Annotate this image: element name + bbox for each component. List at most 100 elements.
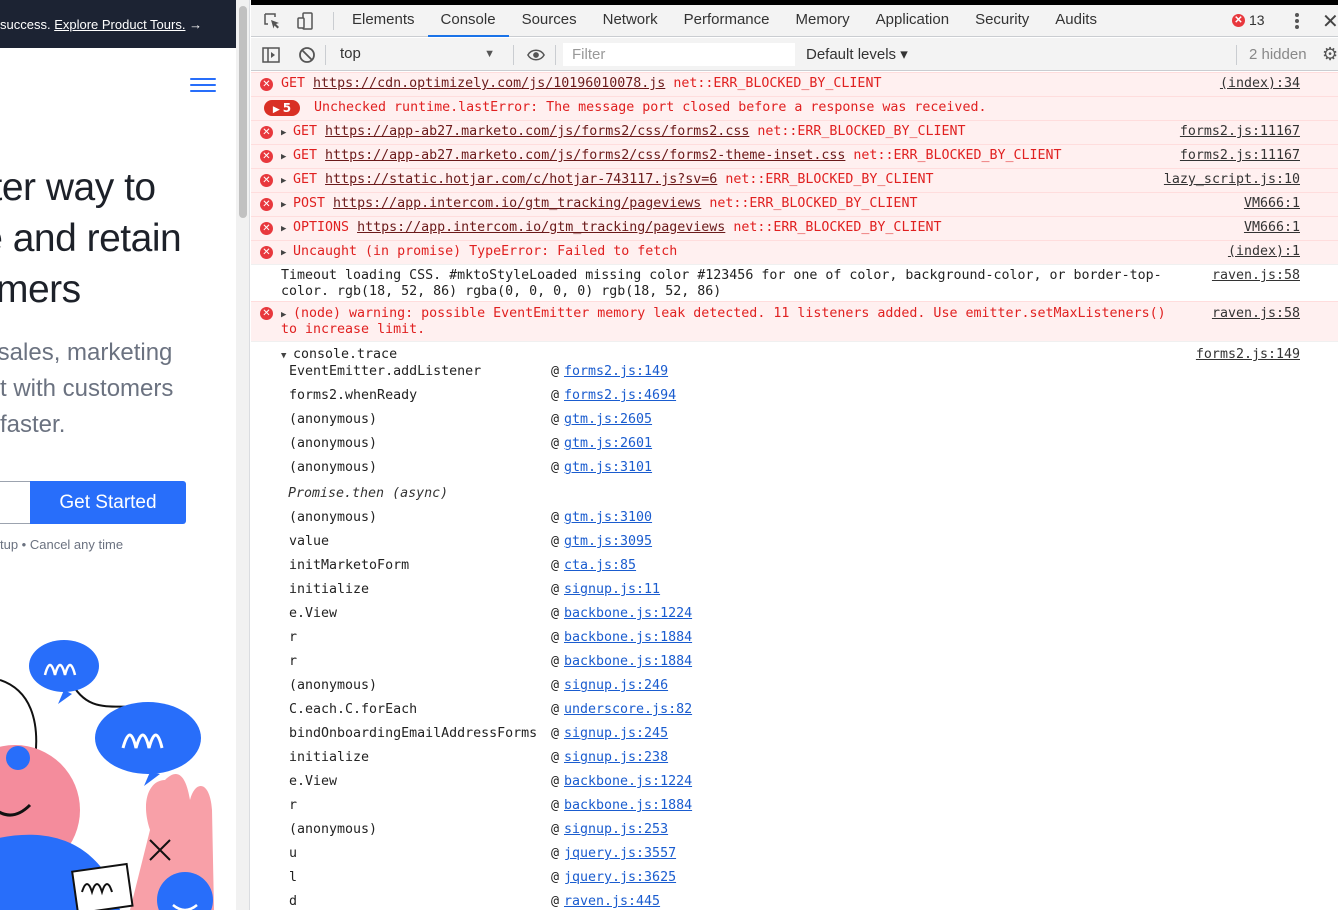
frame-source-link[interactable]: signup.js:245	[564, 726, 668, 741]
frame-at: @	[551, 388, 560, 403]
email-input[interactable]	[0, 481, 30, 524]
tab-application[interactable]: Application	[863, 5, 962, 37]
frame-source-link[interactable]: gtm.js:2605	[564, 412, 652, 427]
frame-source-link[interactable]: jquery.js:3625	[564, 870, 676, 885]
inspect-element-icon[interactable]	[263, 12, 281, 30]
request-url[interactable]: https://app.intercom.io/gtm_tracking/pag…	[357, 220, 725, 235]
frame-at: @	[551, 534, 560, 549]
request-url[interactable]: https://cdn.optimizely.com/js/1019601007…	[313, 76, 665, 91]
frame-function: e.View	[289, 606, 338, 621]
expand-triangle-icon[interactable]: ▶	[281, 176, 293, 186]
tab-elements[interactable]: Elements	[339, 5, 428, 37]
console-error-row[interactable]: ✕ ▶ POST https://app.intercom.io/gtm_trac…	[251, 192, 1338, 216]
explore-tours-link[interactable]: Explore Product Tours.	[54, 17, 185, 32]
subtitle-line: r sales, marketing	[0, 339, 173, 366]
error-text: net::ERR_BLOCKED_BY_CLIENT	[757, 124, 966, 139]
clear-console-icon[interactable]	[298, 46, 316, 64]
request-url[interactable]: https://app.intercom.io/gtm_tracking/pag…	[333, 196, 701, 211]
frame-source-link[interactable]: gtm.js:3101	[564, 460, 652, 475]
console-error-row[interactable]: ✕ ▶ GET https://app-ab27.marketo.com/js/f…	[251, 120, 1338, 144]
frame-source-link[interactable]: forms2.js:4694	[564, 388, 676, 403]
tab-performance[interactable]: Performance	[671, 5, 783, 37]
frame-at: @	[551, 630, 560, 645]
settings-gear-icon[interactable]: ⚙	[1322, 44, 1338, 65]
frame-source-link[interactable]: signup.js:253	[564, 822, 668, 837]
error-text: net::ERR_BLOCKED_BY_CLIENT	[725, 172, 934, 187]
source-link[interactable]: VM666:1	[1244, 220, 1300, 235]
source-link[interactable]: (index):34	[1220, 76, 1300, 91]
frame-source-link[interactable]: signup.js:11	[564, 582, 660, 597]
context-label: top	[340, 45, 361, 62]
error-text: net::ERR_BLOCKED_BY_CLIENT	[733, 220, 942, 235]
frame-source-link[interactable]: backbone.js:1224	[564, 606, 692, 621]
source-link[interactable]: VM666:1	[1244, 196, 1300, 211]
request-url[interactable]: https://static.hotjar.com/c/hotjar-74311…	[325, 172, 717, 187]
source-link[interactable]: forms2.js:11167	[1180, 148, 1300, 163]
web-page: success. Explore Product Tours. → etter …	[0, 0, 236, 910]
async-boundary-label: Promise.then (async)	[288, 486, 449, 501]
collapse-triangle-icon[interactable]: ▼	[281, 351, 293, 361]
live-expression-eye-icon[interactable]	[527, 46, 545, 64]
frame-function: (anonymous)	[289, 412, 378, 427]
console-error-row[interactable]: ✕ ▶ Uncaught (in promise) TypeError: Fail…	[251, 240, 1338, 264]
device-toolbar-icon[interactable]	[297, 12, 315, 30]
console-error-row[interactable]: ✕ ▶ GET https://static.hotjar.com/c/hotja…	[251, 168, 1338, 192]
expand-triangle-icon[interactable]: ▶	[281, 152, 293, 162]
filter-input[interactable]: Filter	[563, 43, 795, 66]
source-link[interactable]: forms2.js:11167	[1180, 124, 1300, 139]
expand-triangle-icon[interactable]: ▶	[281, 224, 293, 234]
source-link[interactable]: raven.js:58	[1212, 306, 1300, 321]
frame-source-link[interactable]: gtm.js:2601	[564, 436, 652, 451]
frame-at: @	[551, 460, 560, 475]
get-started-button[interactable]: Get Started	[30, 481, 186, 524]
hamburger-menu-icon[interactable]	[190, 78, 216, 92]
request-url[interactable]: https://app-ab27.marketo.com/js/forms2/c…	[325, 124, 749, 139]
expand-triangle-icon[interactable]: ▶	[281, 128, 293, 138]
source-link[interactable]: lazy_script.js:10	[1164, 172, 1300, 187]
expand-triangle-icon[interactable]: ▶	[281, 248, 293, 258]
source-link[interactable]: raven.js:58	[1212, 268, 1300, 283]
more-options-icon[interactable]	[1291, 12, 1303, 30]
frame-source-link[interactable]: backbone.js:1224	[564, 774, 692, 789]
expand-triangle-icon[interactable]: ▶	[281, 310, 293, 320]
frame-source-link[interactable]: signup.js:246	[564, 678, 668, 693]
tab-security[interactable]: Security	[962, 5, 1042, 37]
frame-source-link[interactable]: gtm.js:3095	[564, 534, 652, 549]
error-icon: ✕	[1232, 13, 1245, 27]
frame-at: @	[551, 606, 560, 621]
frame-source-link[interactable]: gtm.js:3100	[564, 510, 652, 525]
console-trace-row[interactable]: ▼ console.trace forms2.js:149	[251, 341, 1338, 365]
console-error-row: ▶ 5 Unchecked runtime.lastError: The mess…	[251, 96, 1338, 120]
request-method: POST	[293, 196, 326, 211]
tab-sources[interactable]: Sources	[509, 5, 590, 37]
frame-source-link[interactable]: underscore.js:82	[564, 702, 692, 717]
close-icon[interactable]: ✕	[1322, 9, 1338, 34]
frame-source-link[interactable]: forms2.js:149	[564, 364, 668, 379]
tab-console[interactable]: Console	[427, 5, 509, 37]
expand-triangle-icon[interactable]: ▶	[281, 200, 293, 210]
sidebar-toggle-icon[interactable]	[262, 46, 280, 64]
frame-source-link[interactable]: backbone.js:1884	[564, 654, 692, 669]
frame-source-link[interactable]: backbone.js:1884	[564, 798, 692, 813]
frame-source-link[interactable]: backbone.js:1884	[564, 630, 692, 645]
console-error-row[interactable]: ✕ ▶ (node) warning: possible EventEmitter…	[251, 301, 1338, 341]
page-scrollbar[interactable]	[236, 0, 250, 910]
tab-audits[interactable]: Audits	[1042, 5, 1110, 37]
trace-header: console.trace	[293, 347, 398, 362]
tab-memory[interactable]: Memory	[783, 5, 863, 37]
request-url[interactable]: https://app-ab27.marketo.com/js/forms2/c…	[325, 148, 845, 163]
frame-source-link[interactable]: signup.js:238	[564, 750, 668, 765]
console-error-row[interactable]: ✕ ▶ OPTIONS https://app.intercom.io/gtm_t…	[251, 216, 1338, 240]
frame-source-link[interactable]: raven.js:445	[564, 894, 660, 909]
frame-source-link[interactable]: jquery.js:3557	[564, 846, 676, 861]
context-selector[interactable]: top ▼	[331, 43, 505, 65]
tab-network[interactable]: Network	[590, 5, 671, 37]
warning-text-line: (node) warning: possible EventEmitter me…	[293, 306, 1166, 321]
log-levels-dropdown[interactable]: Default levels ▾	[806, 43, 908, 66]
frame-source-link[interactable]: cta.js:85	[564, 558, 636, 573]
error-counter[interactable]: ✕ 13	[1232, 12, 1265, 28]
console-error-row[interactable]: ✕ ▶ GET https://app-ab27.marketo.com/js/f…	[251, 144, 1338, 168]
scrollbar-thumb[interactable]	[239, 6, 247, 218]
source-link[interactable]: (index):1	[1228, 244, 1300, 259]
source-link[interactable]: forms2.js:149	[1196, 347, 1300, 362]
